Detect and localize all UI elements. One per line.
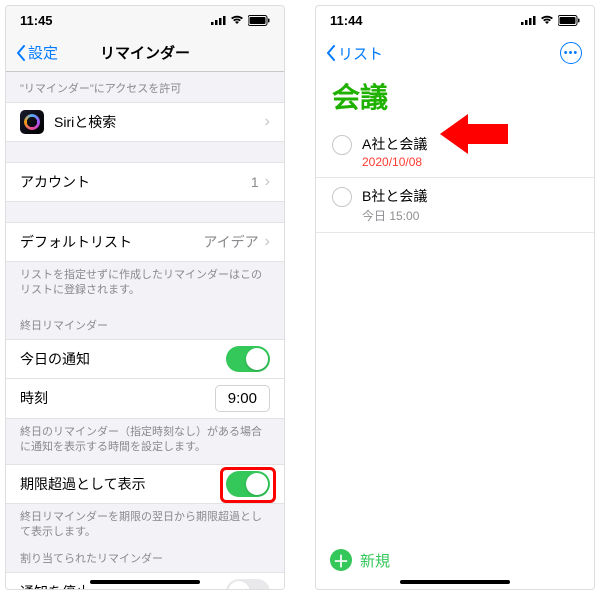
row-show-as-overdue: 期限超過として表示 (6, 464, 284, 504)
section-header-allday: 終日リマインダー (6, 307, 284, 339)
allday-footer: 終日のリマインダー（指定時刻なし）がある場合に通知を表示する時間を設定します。 (6, 419, 284, 464)
overdue-toggle[interactable] (226, 471, 270, 497)
reminder-date: 今日 15:00 (362, 207, 427, 224)
today-notif-toggle[interactable] (226, 346, 270, 372)
reminder-title: A社と会議 (362, 134, 427, 154)
battery-icon (558, 15, 580, 26)
row-default-list[interactable]: デフォルトリスト アイデア › (6, 222, 284, 262)
more-button[interactable]: ••• (560, 42, 582, 64)
home-indicator[interactable] (400, 580, 510, 584)
chevron-left-icon (16, 45, 26, 61)
clock: 11:44 (330, 13, 363, 28)
status-icons (521, 15, 580, 26)
reminder-item[interactable]: A社と会議 2020/10/08 (316, 126, 594, 178)
back-button[interactable]: リスト (326, 43, 383, 64)
complete-radio[interactable] (332, 135, 352, 155)
status-bar: 11:44 (316, 6, 594, 34)
default-list-footer: リストを指定せずに作成したリマインダーはこのリストに登録されます。 (6, 262, 284, 307)
siri-icon (20, 110, 44, 134)
back-label: リスト (338, 43, 383, 64)
account-label: アカウント (20, 172, 251, 192)
nav-bar: 設定 リマインダー (6, 34, 284, 72)
row-accounts[interactable]: アカウント 1 › (6, 162, 284, 202)
siri-label: Siriと検索 (54, 112, 265, 132)
row-siri-search[interactable]: Siriと検索 › (6, 102, 284, 142)
reminder-item[interactable]: B社と会議 今日 15:00 (316, 178, 594, 233)
battery-icon (248, 15, 270, 26)
signal-icon (211, 15, 226, 25)
complete-radio[interactable] (332, 187, 352, 207)
time-value[interactable]: 9:00 (215, 385, 270, 412)
chevron-right-icon: › (265, 233, 270, 251)
reminder-title: B社と会議 (362, 186, 427, 206)
back-button[interactable]: 設定 (16, 42, 58, 63)
overdue-footer: 終日リマインダーを期限の翌日から期限超過として表示します。 (6, 504, 284, 549)
chevron-right-icon: › (265, 173, 270, 191)
status-bar: 11:45 (6, 6, 284, 34)
today-notif-label: 今日の通知 (20, 349, 226, 369)
ellipsis-icon: ••• (564, 47, 579, 59)
default-list-value: アイデア (203, 232, 258, 252)
back-label: 設定 (28, 42, 58, 63)
new-reminder-button[interactable]: ＋ 新規 (330, 549, 390, 571)
account-value: 1 (251, 174, 259, 190)
row-today-notification: 今日の通知 (6, 339, 284, 379)
overdue-label: 期限超過として表示 (20, 474, 226, 494)
section-header-assigned: 割り当てられたリマインダー (6, 548, 284, 572)
stop-notif-toggle[interactable] (226, 579, 270, 589)
plus-icon: ＋ (330, 549, 352, 571)
home-indicator[interactable] (90, 580, 200, 584)
clock: 11:45 (20, 13, 53, 28)
signal-icon (521, 15, 536, 25)
nav-bar: リスト ••• (316, 34, 594, 72)
wifi-icon (540, 15, 554, 25)
list-title: 会議 (316, 72, 594, 126)
reminder-date: 2020/10/08 (362, 155, 427, 169)
chevron-right-icon: › (265, 113, 270, 131)
time-label: 時刻 (20, 388, 215, 408)
status-icons (211, 15, 270, 26)
row-time[interactable]: 時刻 9:00 (6, 379, 284, 419)
default-list-label: デフォルトリスト (20, 232, 203, 252)
new-label: 新規 (360, 550, 390, 571)
wifi-icon (230, 15, 244, 25)
chevron-left-icon (326, 45, 336, 61)
section-header-access: "リマインダー"にアクセスを許可 (6, 72, 284, 102)
